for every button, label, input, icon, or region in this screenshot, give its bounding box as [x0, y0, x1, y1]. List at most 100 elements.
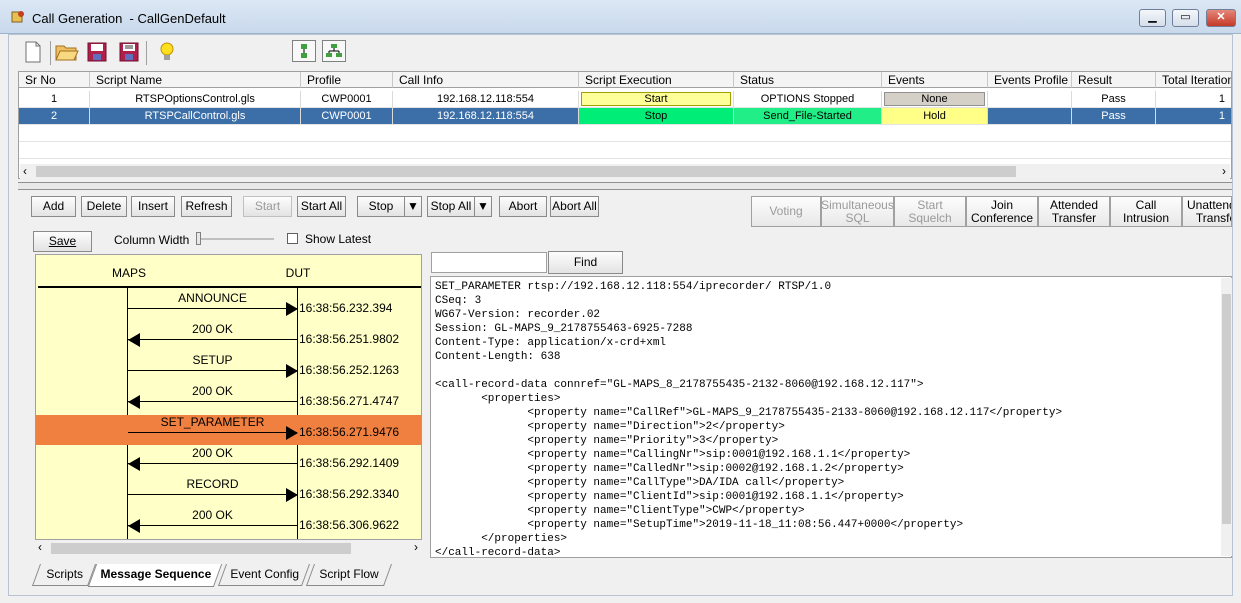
events-none-button[interactable]: None — [884, 92, 985, 106]
call-intrusion-button[interactable]: Call Intrusion — [1110, 196, 1182, 227]
message-line: </call-record-data> — [435, 547, 561, 558]
unattended-transfer-button[interactable]: Unattended Transfer — [1182, 196, 1232, 227]
save-sequence-button[interactable]: Save — [33, 231, 92, 252]
tab-script-flow[interactable]: Script Flow — [305, 564, 393, 586]
table-row-2-srno[interactable]: 2 — [19, 108, 90, 125]
table-row-2-callinfo[interactable]: 192.168.12.118:554 — [393, 108, 579, 125]
table-row-2-iterations: 1 — [1156, 108, 1231, 125]
tab-scripts[interactable]: Scripts — [31, 564, 97, 586]
col-header-total-iterations[interactable]: Total Iterations — [1156, 72, 1231, 88]
tree-view-icon[interactable] — [322, 40, 346, 62]
scroll-right-icon[interactable]: › — [1222, 164, 1226, 178]
stop-all-dropdown-icon[interactable]: ▼ — [474, 196, 492, 217]
col-header-status[interactable]: Status — [734, 72, 882, 88]
message-line: <property name="ClientType">CWP</propert… — [435, 505, 805, 517]
table-row-1-profile[interactable]: CWP0001 — [301, 91, 393, 108]
insert-button[interactable]: Insert — [131, 196, 175, 217]
table-row-2-events-profile[interactable] — [988, 108, 1072, 125]
tile-vertical-icon[interactable] — [292, 40, 316, 62]
attended-transfer-button[interactable]: Attended Transfer — [1038, 196, 1110, 227]
close-button[interactable]: ✕ — [1206, 9, 1236, 27]
start-button[interactable]: Start — [243, 196, 292, 217]
sequence-message[interactable]: ANNOUNCE 16:38:56.232.394 — [36, 291, 421, 321]
sequence-message-time: 16:38:56.292.1409 — [299, 456, 400, 470]
dut-label: DUT — [285, 266, 311, 280]
events-hold-button[interactable]: Hold — [882, 108, 988, 125]
delete-button[interactable]: Delete — [81, 196, 127, 217]
arrow-left-icon — [128, 395, 140, 409]
show-latest-label: Show Latest — [305, 232, 372, 246]
message-line: <property name="ClientId">sip:0001@192.1… — [435, 491, 904, 503]
start-all-button[interactable]: Start All — [297, 196, 346, 217]
table-row-1-script[interactable]: RTSPOptionsControl.gls — [90, 91, 301, 108]
arrow-right-icon — [286, 302, 298, 316]
sequence-message[interactable]: 200 OK 16:38:56.306.9622 — [36, 508, 421, 538]
sequence-message[interactable]: SETUP 16:38:56.252.1263 — [36, 353, 421, 383]
sequence-message-time: 16:38:56.292.3340 — [299, 487, 400, 501]
sequence-message[interactable]: 200 OK 16:38:56.292.1409 — [36, 446, 421, 476]
table-row-2-script[interactable]: RTSPCallControl.gls — [90, 108, 301, 125]
col-header-call-info[interactable]: Call Info — [393, 72, 579, 88]
abort-all-button[interactable]: Abort All — [550, 196, 599, 217]
table-row-2-profile[interactable]: CWP0001 — [301, 108, 393, 125]
simultaneous-sql-button[interactable]: Simultaneous SQL — [821, 196, 894, 227]
minimize-button[interactable]: ▁ — [1139, 9, 1166, 27]
sequence-message[interactable]: RECORD 16:38:56.292.3340 — [36, 477, 421, 507]
col-header-script-name[interactable]: Script Name — [90, 72, 301, 88]
col-header-profile[interactable]: Profile — [301, 72, 393, 88]
message-line: Content-Length: 638 — [435, 351, 561, 363]
table-row-1-events-profile[interactable] — [988, 91, 1072, 108]
tab-message-sequence[interactable]: Message Sequence — [87, 564, 223, 587]
message-line: <property name="Direction">2</property> — [435, 421, 785, 433]
join-conference-button[interactable]: Join Conference — [966, 196, 1038, 227]
table-row-1-result: Pass — [1072, 91, 1156, 108]
toolbar — [18, 38, 418, 68]
seq-scroll-left-icon[interactable]: ‹ — [38, 540, 42, 554]
start-squelch-button[interactable]: Start Squelch — [894, 196, 966, 227]
open-folder-icon[interactable] — [54, 38, 80, 66]
message-detail-panel[interactable]: SET_PARAMETER rtsp://192.168.12.118:554/… — [430, 276, 1232, 558]
message-sequence-diagram: MAPS DUT ANNOUNCE 16:38:56.232.394 200 OK 1… — [35, 254, 422, 540]
col-header-script-execution[interactable]: Script Execution — [579, 72, 734, 88]
sequence-message-label: 200 OK — [192, 322, 233, 336]
stop-all-button[interactable]: Stop All — [427, 196, 475, 217]
abort-button[interactable]: Abort — [499, 196, 547, 217]
scroll-left-icon[interactable]: ‹ — [23, 164, 27, 178]
find-button[interactable]: Find — [548, 251, 623, 274]
stop-dropdown-icon[interactable]: ▼ — [404, 196, 422, 217]
sequence-message[interactable]: 200 OK 16:38:56.251.9802 — [36, 322, 421, 352]
col-header-result[interactable]: Result — [1072, 72, 1156, 88]
new-file-icon[interactable] — [20, 38, 46, 66]
start-execution-button[interactable]: Start — [581, 92, 731, 106]
message-vertical-scrollbar[interactable] — [1221, 278, 1232, 556]
maximize-button[interactable]: ▭ — [1172, 9, 1199, 27]
arrow-right-icon — [286, 488, 298, 502]
table-row-1-srno[interactable]: 1 — [19, 91, 90, 108]
splitter-bar[interactable] — [18, 182, 1232, 190]
col-header-events-profile[interactable]: Events Profile — [988, 72, 1072, 88]
find-input[interactable] — [431, 252, 547, 273]
sequence-message[interactable]: 200 OK 16:38:56.271.4747 — [36, 384, 421, 414]
sequence-horizontal-scrollbar[interactable]: ‹ › — [35, 540, 422, 556]
show-latest-checkbox[interactable] — [287, 233, 298, 244]
save-icon[interactable] — [84, 38, 110, 66]
add-button[interactable]: Add — [31, 196, 76, 217]
grid-horizontal-scrollbar[interactable]: ‹ › — [20, 164, 1230, 179]
table-row-1-callinfo[interactable]: 192.168.12.118:554 — [393, 91, 579, 108]
sequence-message-highlighted[interactable]: SET_PARAMETER 16:38:56.271.9476 — [36, 415, 421, 445]
save-as-icon[interactable] — [116, 38, 142, 66]
seq-scroll-right-icon[interactable]: › — [414, 540, 418, 554]
stop-execution-button[interactable]: Stop — [579, 108, 734, 125]
sequence-message-label: 200 OK — [192, 446, 233, 460]
refresh-button[interactable]: Refresh — [181, 196, 232, 217]
col-header-srno[interactable]: Sr No — [19, 72, 90, 88]
voting-button[interactable]: Voting — [751, 196, 821, 227]
arrow-left-icon — [128, 519, 140, 533]
sequence-message-label: 200 OK — [192, 384, 233, 398]
tab-event-config[interactable]: Event Config — [217, 564, 311, 586]
lightbulb-icon[interactable] — [154, 38, 180, 66]
sequence-message-time: 16:38:56.271.4747 — [299, 394, 400, 408]
column-width-slider[interactable] — [196, 232, 274, 245]
stop-button[interactable]: Stop — [357, 196, 405, 217]
col-header-events[interactable]: Events — [882, 72, 988, 88]
